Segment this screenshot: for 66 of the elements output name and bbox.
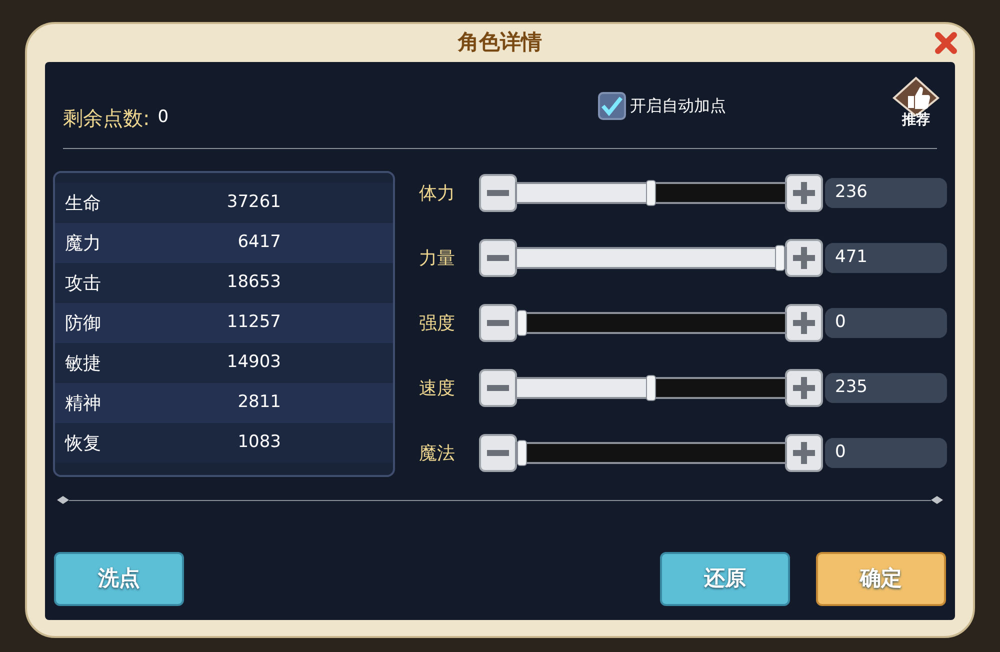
attribute-value: 471 (825, 243, 947, 273)
slider-handle[interactable] (775, 245, 785, 271)
stat-name: 防御 (65, 312, 102, 336)
slider-handle[interactable] (646, 375, 656, 401)
slider-handle[interactable] (517, 440, 527, 466)
slider-track[interactable] (515, 377, 787, 399)
increase-button[interactable] (785, 369, 823, 407)
attribute-name: 力量 (419, 246, 456, 270)
decrease-button[interactable] (479, 174, 517, 212)
reset-button[interactable]: 洗点 (54, 552, 184, 606)
stat-value: 6417 (236, 231, 281, 254)
plus-icon (793, 442, 815, 464)
attribute-name: 速度 (419, 376, 456, 400)
increase-button[interactable] (785, 239, 823, 277)
checkmark-icon (601, 96, 623, 116)
increase-button[interactable] (785, 304, 823, 342)
stat-value: 37261 (226, 191, 281, 214)
slider-track[interactable] (515, 442, 787, 464)
stat-value: 2811 (236, 391, 281, 414)
attribute-value: 0 (825, 438, 947, 468)
slider-handle[interactable] (517, 310, 527, 336)
confirm-button[interactable]: 确定 (816, 552, 946, 606)
divider-ornament-icon (931, 496, 943, 504)
plus-icon (793, 182, 815, 204)
attribute-value: 0 (825, 308, 947, 338)
plus-icon (793, 247, 815, 269)
attribute-name: 魔法 (419, 442, 456, 466)
close-button[interactable] (933, 30, 959, 56)
stat-name: 敏捷 (65, 352, 102, 376)
stat-name: 精神 (65, 392, 102, 416)
restore-button[interactable]: 还原 (660, 552, 790, 606)
close-icon (934, 31, 958, 55)
increase-button[interactable] (785, 434, 823, 472)
stat-name: 生命 (65, 192, 102, 216)
decrease-button[interactable] (479, 239, 517, 277)
remaining-points-value: 0 (158, 106, 169, 130)
stat-value: 14903 (226, 351, 281, 374)
auto-allocate-checkbox[interactable]: 开启自动加点 (598, 92, 726, 120)
plus-icon (793, 312, 815, 334)
minus-icon (487, 450, 509, 456)
minus-icon (487, 385, 509, 391)
attribute-value: 236 (825, 178, 947, 208)
minus-icon (487, 255, 509, 261)
attribute-name: 强度 (419, 312, 456, 336)
stat-name: 攻击 (65, 272, 102, 296)
decrease-button[interactable] (479, 434, 517, 472)
plus-icon (793, 377, 815, 399)
attribute-value: 235 (825, 373, 947, 403)
divider-ornament-icon (57, 496, 69, 504)
decrease-button[interactable] (479, 369, 517, 407)
minus-icon (487, 190, 509, 196)
stat-name: 魔力 (65, 232, 102, 256)
stat-name: 恢复 (65, 432, 102, 456)
dialog-title: 角色详情 (458, 29, 542, 56)
increase-button[interactable] (785, 174, 823, 212)
stat-value: 11257 (226, 311, 281, 334)
slider-track[interactable] (515, 182, 787, 204)
decrease-button[interactable] (479, 304, 517, 342)
slider-track[interactable] (515, 312, 787, 334)
recommend-button[interactable]: 推荐 (891, 76, 941, 131)
attribute-name: 体力 (419, 182, 456, 206)
stat-value: 18653 (226, 271, 281, 294)
slider-handle[interactable] (646, 180, 656, 206)
stat-value: 1083 (236, 431, 281, 454)
remaining-points-label: 剩余点数: (63, 105, 150, 132)
minus-icon (487, 320, 509, 326)
